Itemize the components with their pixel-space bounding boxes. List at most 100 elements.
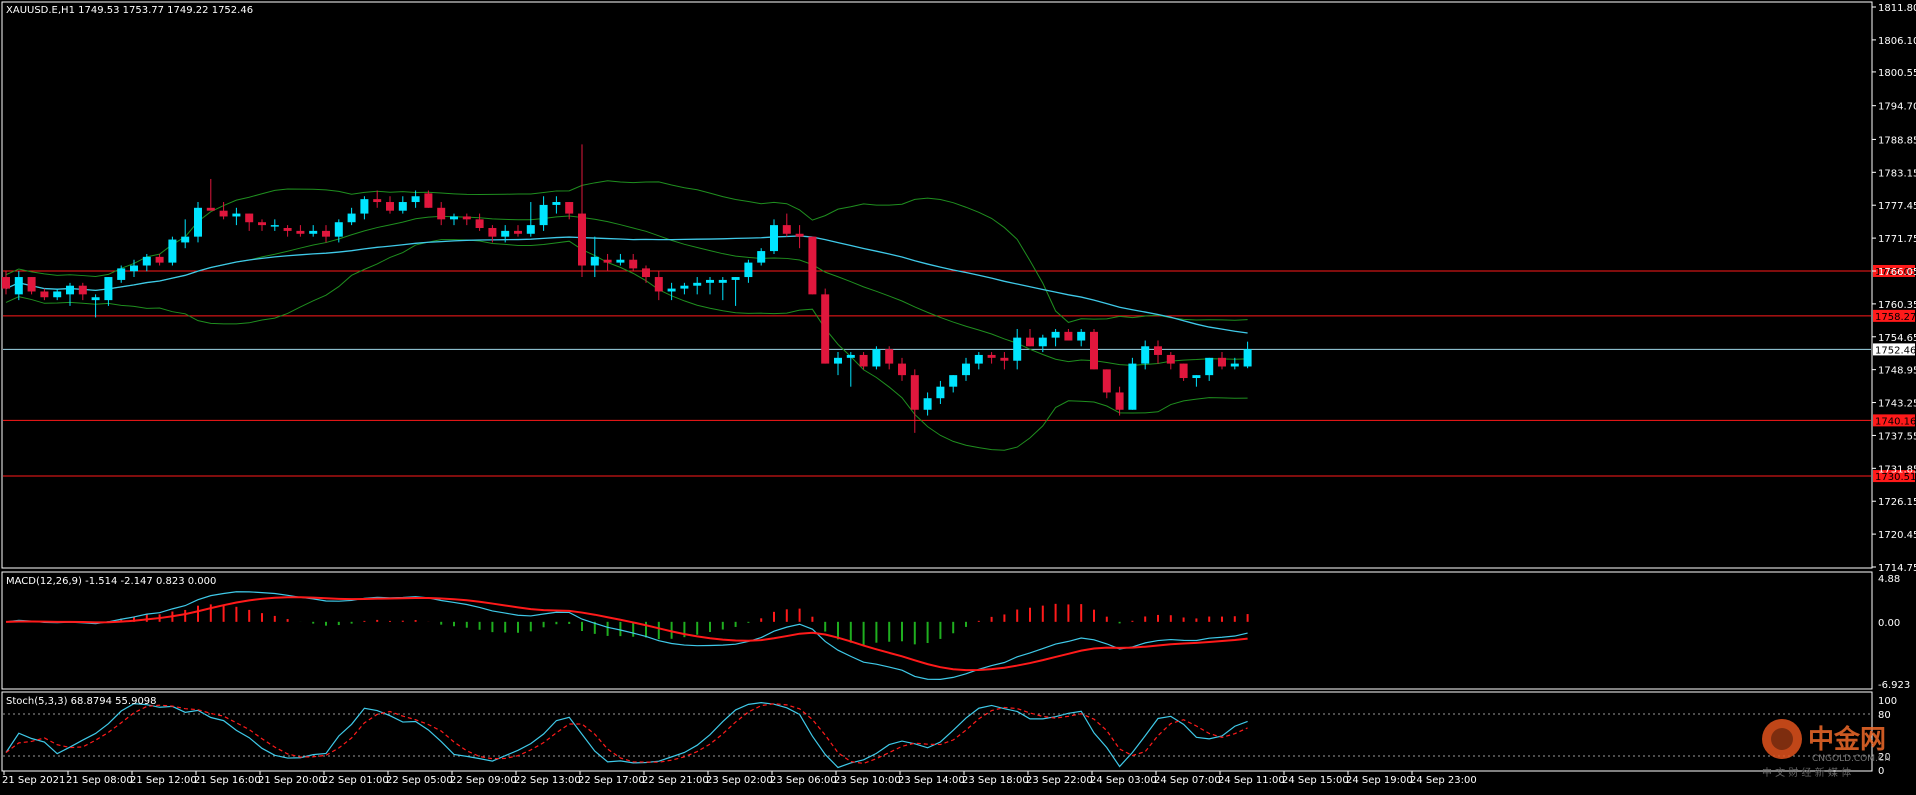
- candle-body: [1218, 357, 1226, 367]
- stoch-panel-frame: [1, 691, 1873, 772]
- moving-average: [5, 235, 1248, 334]
- candle-body: [437, 207, 446, 220]
- stochastic-indicator: 10080200: [3, 696, 1897, 777]
- candle-body: [1102, 369, 1111, 393]
- candle-body: [142, 256, 151, 266]
- candle-body: [1013, 337, 1022, 361]
- candle-body: [1154, 346, 1162, 355]
- candle-body: [2, 277, 10, 289]
- candle-body: [104, 277, 113, 301]
- candle-body: [117, 268, 126, 280]
- candle-body: [1166, 354, 1175, 364]
- candle-body: [808, 236, 817, 295]
- stoch-tick-label: 80: [1878, 710, 1891, 721]
- level-tag-label: 1740.16: [1875, 416, 1916, 427]
- candle-body: [782, 225, 791, 234]
- time-tick-label: 22 Sep 21:00: [642, 775, 709, 786]
- candle-body: [987, 354, 996, 358]
- price-tick-label: 1766.05: [1878, 267, 1916, 278]
- time-tick-label: 23 Sep 22:00: [1026, 775, 1093, 786]
- candle-body: [14, 277, 23, 295]
- candle-body: [1038, 337, 1047, 347]
- candle-body: [731, 277, 740, 280]
- time-tick-label: 24 Sep 07:00: [1154, 775, 1221, 786]
- time-tick-label: 22 Sep 05:00: [386, 775, 453, 786]
- time-tick-label: 24 Sep 19:00: [1346, 775, 1413, 786]
- candle-body: [130, 265, 138, 272]
- time-tick-label: 21 Sep 20:00: [258, 775, 325, 786]
- candle-body: [667, 288, 676, 292]
- candle-body: [1077, 331, 1086, 341]
- price-tick-label: 1760.35: [1878, 300, 1916, 311]
- candle-body: [795, 233, 804, 237]
- logo-slogan: 中 文 财 经 新 媒 体: [1762, 766, 1851, 779]
- candle-body: [1192, 375, 1201, 379]
- price-tick-label: 1806.10: [1878, 36, 1916, 47]
- candle-body: [411, 196, 420, 203]
- candle-body: [962, 363, 970, 376]
- candle-body: [539, 204, 548, 226]
- macd-label: MACD(12,26,9) -1.514 -2.147 0.823 0.000: [6, 576, 216, 587]
- time-axis: 21 Sep 2021 21 Sep 08:0021 Sep 12:0021 Se…: [2, 771, 1477, 786]
- candle-body: [181, 236, 190, 243]
- candle-body: [923, 398, 932, 410]
- candle-body: [360, 199, 369, 214]
- candle-body: [1115, 392, 1124, 410]
- time-tick-label: 23 Sep 06:00: [770, 775, 837, 786]
- logo-brand: 中金网: [1808, 724, 1886, 755]
- candle-body: [206, 207, 215, 211]
- candle-body: [296, 230, 305, 234]
- candle-body: [53, 291, 62, 298]
- candle-body: [898, 363, 906, 376]
- price-tick-label: 1800.55: [1878, 68, 1916, 79]
- candle-body: [1179, 363, 1188, 379]
- candle-body: [334, 222, 343, 237]
- stoch-main-line: [5, 702, 1248, 769]
- time-tick-label: 24 Sep 15:00: [1282, 775, 1349, 786]
- time-tick-label: 24 Sep 03:00: [1090, 775, 1157, 786]
- candle-body: [872, 349, 881, 367]
- candle-body: [322, 230, 330, 237]
- candle-body: [398, 202, 407, 211]
- price-tick-label: 1754.65: [1878, 333, 1916, 344]
- candle-body: [232, 213, 241, 217]
- candle-body: [1230, 363, 1239, 367]
- macd-panel-frame: [1, 571, 1873, 690]
- candle-body: [270, 225, 279, 227]
- candle-body: [616, 259, 625, 263]
- time-tick-label: 22 Sep 17:00: [578, 775, 645, 786]
- trading-chart[interactable]: 1766.05 1758.27 1740.16 1730.51 1752.46 1811…: [0, 0, 1916, 791]
- candle-body: [245, 213, 254, 223]
- candle-body: [846, 354, 855, 358]
- time-tick-label: 22 Sep 13:00: [514, 775, 581, 786]
- price-tick-label: 1788.85: [1878, 135, 1916, 146]
- candle-body: [744, 262, 753, 278]
- candle-body: [219, 210, 228, 217]
- price-tick-label: 1811.80: [1878, 3, 1916, 14]
- candle-body: [1000, 357, 1009, 361]
- time-tick-label: 21 Sep 08:00: [66, 775, 133, 786]
- price-tick-label: 1777.45: [1878, 201, 1916, 212]
- candle-body: [1243, 349, 1252, 367]
- candle-body: [910, 375, 919, 410]
- candle-body: [462, 216, 471, 220]
- candle-body: [347, 213, 356, 223]
- candle-body: [488, 227, 497, 237]
- time-tick-label: 22 Sep 01:00: [322, 775, 389, 786]
- chart-canvas[interactable]: 1766.051758.271740.161730.511752.46 1811…: [0, 0, 1916, 791]
- price-tick-label: 1714.75: [1878, 563, 1916, 574]
- candle-body: [66, 285, 74, 295]
- price-axis: 1811.80 1806.10 1800.55 1794.70 1788.85 1783.…: [1872, 3, 1916, 574]
- time-tick-label: 23 Sep 10:00: [834, 775, 901, 786]
- macd-indicator: 4.88 0.00 -6.923: [5, 574, 1910, 691]
- candle-body: [526, 225, 535, 234]
- candle-body: [693, 282, 702, 286]
- price-tick-label: 1771.75: [1878, 234, 1916, 245]
- candle-body: [475, 219, 484, 228]
- stoch-signal-line: [5, 703, 1248, 765]
- candle-body: [706, 279, 714, 283]
- time-tick-label: 24 Sep 11:00: [1218, 775, 1285, 786]
- candle-body: [936, 386, 945, 399]
- time-tick-label: 21 Sep 2021: [2, 775, 65, 786]
- stoch-tick-label: 100: [1878, 696, 1897, 707]
